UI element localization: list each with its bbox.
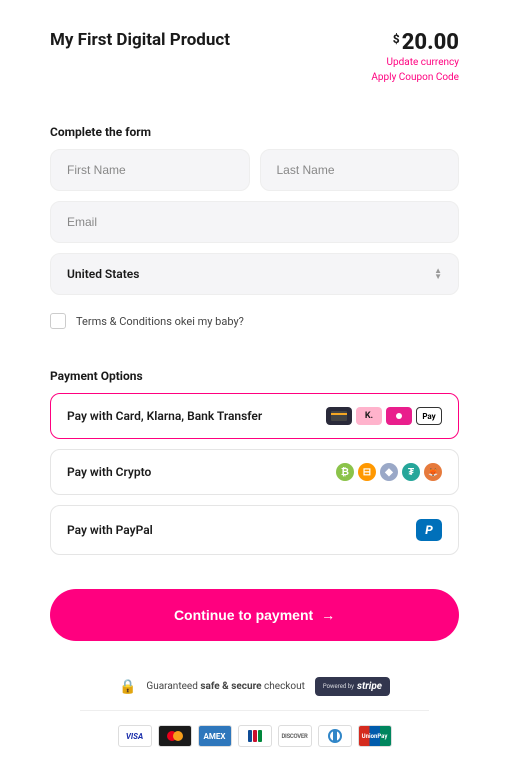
email-input[interactable] — [50, 201, 459, 243]
pay-option-paypal[interactable]: Pay with PayPal P — [50, 505, 459, 555]
lock-icon: 🔒 — [119, 679, 136, 695]
pay-option-crypto-label: Pay with Crypto — [67, 465, 151, 479]
paypal-icons: P — [416, 519, 442, 541]
continue-button[interactable]: Continue to payment → — [50, 589, 459, 641]
continue-button-label: Continue to payment — [174, 607, 313, 623]
product-title: My First Digital Product — [50, 30, 230, 50]
bitcoin-icon: ⊟ — [358, 463, 376, 481]
pay-option-card[interactable]: Pay with Card, Klarna, Bank Transfer K. … — [50, 393, 459, 439]
amex-icon: AMEX — [198, 725, 232, 747]
jcb-icon — [238, 725, 272, 747]
bitcoin-cash-icon: ₿ — [336, 463, 354, 481]
card-icons: K. Pay — [326, 407, 442, 425]
terms-label: Terms & Conditions okei my baby? — [76, 315, 244, 328]
price: $20.00 — [371, 30, 459, 55]
apple-pay-icon: Pay — [416, 407, 442, 425]
terms-checkbox[interactable] — [50, 313, 66, 329]
safe-checkout-row: 🔒 Guaranteed safe & secure checkout Powe… — [80, 677, 429, 711]
card-logos-row: VISA AMEX DISCOVER UnionPay — [50, 725, 459, 747]
pay-option-paypal-label: Pay with PayPal — [67, 523, 153, 537]
pay-option-crypto[interactable]: Pay with Crypto ₿ ⊟ ◆ ₮ 🦊 — [50, 449, 459, 495]
country-select[interactable]: United States ▲▼ — [50, 253, 459, 295]
price-amount: 20.00 — [402, 30, 459, 55]
mastercard-icon — [158, 725, 192, 747]
update-currency-link[interactable]: Update currency — [371, 55, 459, 70]
apply-coupon-link[interactable]: Apply Coupon Code — [371, 70, 459, 85]
card-generic-icon — [326, 407, 352, 425]
form-heading: Complete the form — [50, 125, 459, 139]
arrow-right-icon: → — [321, 607, 335, 623]
pay-option-card-label: Pay with Card, Klarna, Bank Transfer — [67, 409, 262, 423]
diners-icon — [318, 725, 352, 747]
discover-icon: DISCOVER — [278, 725, 312, 747]
safe-checkout-text: Guaranteed safe & secure checkout — [146, 681, 304, 692]
shib-icon: 🦊 — [424, 463, 442, 481]
unionpay-icon: UnionPay — [358, 725, 392, 747]
tether-icon: ₮ — [402, 463, 420, 481]
stripe-badge: Powered by stripe — [315, 677, 390, 696]
price-block: $20.00 Update currency Apply Coupon Code — [371, 30, 459, 85]
country-selected-value: United States — [67, 267, 139, 281]
ideal-icon — [386, 407, 412, 425]
crypto-icons: ₿ ⊟ ◆ ₮ 🦊 — [336, 463, 442, 481]
paypal-icon: P — [416, 519, 442, 541]
currency-symbol: $ — [393, 32, 400, 46]
last-name-input[interactable] — [260, 149, 460, 191]
payment-heading: Payment Options — [50, 369, 459, 383]
chevron-updown-icon: ▲▼ — [434, 268, 442, 281]
klarna-icon: K. — [356, 407, 382, 425]
ethereum-icon: ◆ — [380, 463, 398, 481]
first-name-input[interactable] — [50, 149, 250, 191]
visa-icon: VISA — [118, 725, 152, 747]
